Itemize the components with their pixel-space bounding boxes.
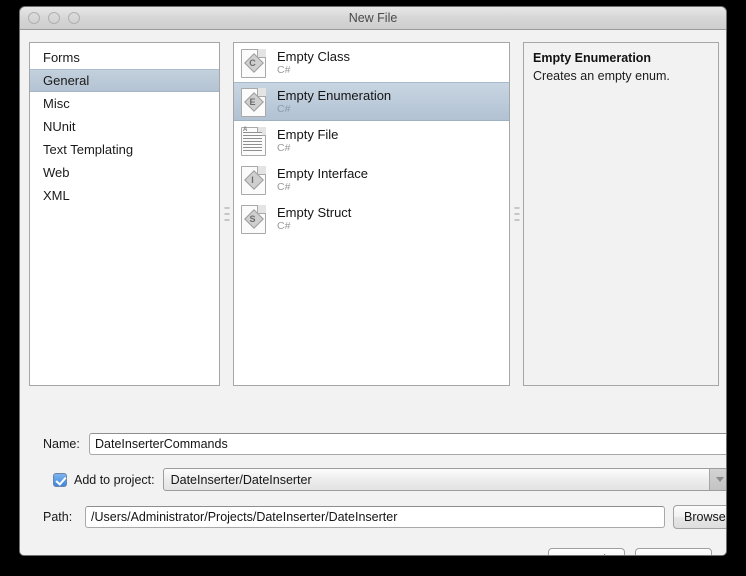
template-item-empty-file[interactable]: A Empty File C# (234, 121, 509, 160)
template-list: C Empty Class C# E Empty Enumeration C# … (234, 43, 509, 238)
add-to-project-label: Add to project: (74, 472, 155, 487)
window-title: New File (348, 11, 398, 25)
template-title: Empty Class (277, 48, 350, 64)
add-to-project-row: Add to project: DateInserter/DateInserte… (53, 468, 726, 491)
description-body: Creates an empty enum. (533, 69, 670, 83)
icon-glyph: C (249, 57, 256, 68)
add-to-project-checkbox[interactable] (53, 472, 67, 487)
template-item-empty-class[interactable]: C Empty Class C# (234, 43, 509, 82)
category-item-xml[interactable]: XML (30, 184, 219, 207)
icon-glyph: E (249, 96, 256, 107)
path-input[interactable]: /Users/Administrator/Projects/DateInsert… (85, 506, 665, 528)
project-dropdown[interactable]: DateInserter/DateInserter (162, 468, 726, 491)
name-row: Name: DateInserterCommands (43, 433, 726, 455)
template-title: Empty File (277, 126, 339, 142)
csharp-struct-document-icon: S (240, 203, 268, 235)
icon-glyph: I (251, 174, 254, 185)
category-label: General (43, 73, 90, 88)
category-label: NUnit (43, 119, 76, 134)
category-item-general[interactable]: General (30, 69, 219, 92)
browse-button[interactable]: Browse... (673, 505, 726, 529)
splitter-handle-right[interactable] (510, 42, 523, 386)
splitter-grip-icon (514, 207, 519, 221)
csharp-enum-document-icon: E (240, 86, 268, 118)
description-title: Empty Enumeration (533, 51, 652, 65)
template-language: C# (277, 180, 291, 193)
template-language: C# (277, 63, 291, 76)
category-label: Web (43, 165, 70, 180)
template-language: C# (277, 102, 291, 115)
template-description-panel: Empty Enumeration Creates an empty enum. (523, 42, 719, 386)
template-item-empty-struct[interactable]: S Empty Struct C# (234, 199, 509, 238)
category-label: Text Templating (43, 142, 134, 157)
template-language: C# (277, 219, 291, 232)
category-list: Forms General Misc NUnit Text Templating (30, 43, 219, 207)
category-item-forms[interactable]: Forms (30, 46, 219, 69)
project-dropdown-value: DateInserter/DateInserter (170, 472, 312, 487)
category-label: Misc (43, 96, 70, 111)
template-language: C# (277, 141, 291, 154)
category-item-web[interactable]: Web (30, 161, 219, 184)
path-row: Path: /Users/Administrator/Projects/Date… (43, 505, 726, 529)
icon-glyph: A (243, 126, 248, 133)
dialog-content: Forms General Misc NUnit Text Templating (20, 30, 726, 555)
csharp-class-document-icon: C (240, 47, 268, 79)
name-label: Name: (43, 437, 80, 451)
template-title: Empty Interface (277, 165, 369, 181)
template-item-empty-enumeration[interactable]: E Empty Enumeration C# (234, 82, 509, 121)
template-title: Empty Enumeration (277, 87, 392, 103)
new-button[interactable]: New (635, 548, 712, 555)
new-file-dialog: New File Forms General Misc NUnit Text T… (19, 6, 727, 556)
name-input[interactable]: DateInserterCommands (89, 433, 726, 455)
template-list-panel: C Empty Class C# E Empty Enumeration C# … (233, 42, 510, 386)
template-browser: Forms General Misc NUnit Text Templating (29, 42, 719, 386)
category-label: XML (43, 188, 70, 203)
template-title: Empty Struct (277, 204, 352, 220)
cancel-button[interactable]: Cancel (548, 548, 625, 555)
path-label: Path: (43, 510, 73, 524)
chevron-down-icon (708, 469, 726, 490)
icon-glyph: S (249, 213, 256, 224)
splitter-handle-left[interactable] (220, 42, 233, 386)
splitter-grip-icon (224, 207, 229, 221)
window-titlebar: New File (20, 7, 726, 30)
category-item-nunit[interactable]: NUnit (30, 115, 219, 138)
csharp-interface-document-icon: I (240, 164, 268, 196)
category-item-text-templating[interactable]: Text Templating (30, 138, 219, 161)
text-file-document-icon: A (240, 125, 268, 157)
category-list-panel: Forms General Misc NUnit Text Templating (29, 42, 220, 386)
category-label: Forms (43, 50, 80, 65)
template-item-empty-interface[interactable]: I Empty Interface C# (234, 160, 509, 199)
dialog-actions: Cancel New (548, 548, 712, 555)
category-item-misc[interactable]: Misc (30, 92, 219, 115)
